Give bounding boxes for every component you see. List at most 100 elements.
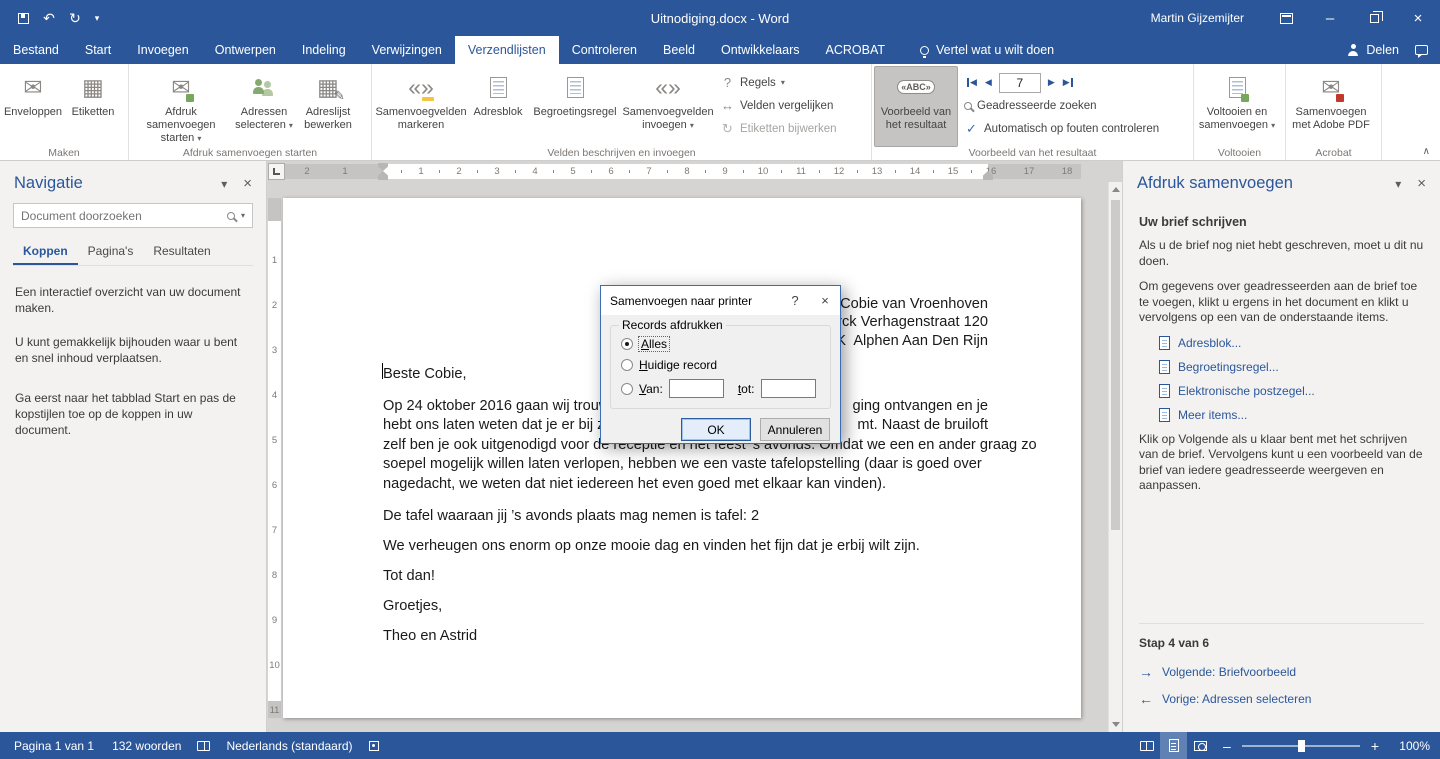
more-items-link[interactable]: Meer items...	[1159, 408, 1424, 422]
search-icon[interactable]	[227, 212, 235, 220]
tab-controleren[interactable]: Controleren	[559, 36, 650, 64]
next-record-button[interactable]: ▶	[1044, 73, 1059, 93]
nav-tab-paginas[interactable]: Pagina's	[78, 238, 144, 265]
previous-step-link[interactable]: ←Vorige: Adressen selecteren	[1139, 691, 1424, 707]
vertical-scrollbar[interactable]	[1108, 182, 1122, 732]
tab-indeling[interactable]: Indeling	[289, 36, 359, 64]
zoom-out-button[interactable]: –	[1214, 738, 1240, 754]
macro-icon[interactable]	[369, 741, 379, 751]
tab-invoegen[interactable]: Invoegen	[124, 36, 201, 64]
start-mail-merge-button[interactable]: ✉ Afdruk samenvoegen starten ▾	[131, 66, 231, 147]
next-step-link[interactable]: →Volgende: Briefvoorbeeld	[1139, 664, 1424, 680]
greeting-line-link[interactable]: Begroetingsregel...	[1159, 360, 1424, 374]
check-for-errors-button[interactable]: ✓ Automatisch op fouten controleren	[958, 117, 1165, 140]
close-button[interactable]: ×	[1396, 0, 1440, 36]
radio-row-huidige-record[interactable]: Huidige record	[621, 358, 717, 372]
radio-van[interactable]	[621, 383, 633, 395]
search-options-caret-icon[interactable]: ▾	[241, 211, 245, 220]
select-recipients-button[interactable]: Adressen selecteren ▾	[231, 66, 297, 147]
word-count[interactable]: 132 woorden	[103, 739, 190, 753]
tab-ontwikkelaars[interactable]: Ontwikkelaars	[708, 36, 813, 64]
tab-selector[interactable]	[268, 163, 285, 180]
last-record-button[interactable]: ▶	[1059, 73, 1078, 93]
search-input[interactable]	[21, 209, 221, 223]
scroll-up-icon[interactable]	[1112, 187, 1120, 192]
record-number-input[interactable]	[999, 73, 1041, 93]
collapse-ribbon-icon[interactable]: ∧	[1423, 146, 1430, 157]
page-indicator[interactable]: Pagina 1 van 1	[0, 739, 103, 753]
read-mode-button[interactable]	[1133, 732, 1160, 759]
radio-alles[interactable]	[621, 338, 633, 350]
match-fields-button[interactable]: ↔ Velden vergelijken	[714, 94, 843, 117]
tab-acrobat[interactable]: ACROBAT	[813, 36, 899, 64]
dialog-help-button[interactable]: ?	[780, 286, 810, 315]
web-layout-button[interactable]	[1187, 732, 1214, 759]
ribbon-display-options-button[interactable]	[1264, 0, 1308, 36]
dialog-title-bar[interactable]: Samenvoegen naar printer ? ×	[601, 286, 840, 315]
radio-alles-label[interactable]: Alles	[639, 337, 669, 351]
merge-to-adobe-pdf-button[interactable]: ✉ Samenvoegen met Adobe PDF	[1288, 66, 1374, 147]
redo-button[interactable]: ↻	[62, 4, 88, 32]
first-record-button[interactable]: ◀	[962, 73, 981, 93]
tot-label[interactable]: tot:	[738, 382, 755, 396]
radio-huidige-record-label[interactable]: Huidige record	[639, 358, 717, 372]
etiketten-button[interactable]: ▦ Etiketten	[64, 66, 122, 147]
print-layout-button[interactable]	[1160, 732, 1187, 759]
feedback-button[interactable]	[1411, 36, 1440, 64]
document-search-box[interactable]: ▾	[13, 203, 253, 228]
nav-tab-koppen[interactable]: Koppen	[13, 238, 78, 265]
save-button[interactable]	[10, 4, 36, 32]
language-indicator[interactable]: Nederlands (standaard)	[217, 739, 361, 753]
tab-ontwerpen[interactable]: Ontwerpen	[202, 36, 289, 64]
previous-record-button[interactable]: ◀	[981, 73, 996, 93]
electronic-postage-link[interactable]: Elektronische postzegel...	[1159, 384, 1424, 398]
customize-quick-access-button[interactable]: ▾	[88, 4, 106, 32]
highlight-merge-fields-button[interactable]: «» Samenvoegvelden markeren	[374, 66, 468, 147]
merge-to-printer-dialog[interactable]: Samenvoegen naar printer ? × Records afd…	[600, 285, 841, 444]
van-label[interactable]: Van:	[639, 382, 663, 396]
enveloppen-button[interactable]: ✉ Enveloppen	[2, 66, 64, 147]
insert-merge-field-button[interactable]: «» Samenvoegvelden invoegen ▾	[622, 66, 714, 147]
tot-input[interactable]	[761, 379, 816, 398]
zoom-in-button[interactable]: +	[1362, 738, 1388, 754]
navigation-pane-close-icon[interactable]: ×	[243, 175, 252, 192]
edit-recipient-list-button[interactable]: ▦✎ Adreslijst bewerken	[297, 66, 359, 147]
rules-button[interactable]: ? Regels ▾	[714, 71, 843, 94]
tab-bestand[interactable]: Bestand	[0, 36, 72, 64]
task-pane-menu-icon[interactable]: ▾	[1395, 177, 1401, 191]
radio-row-van-tot[interactable]: Van: tot:	[621, 379, 816, 398]
finish-merge-button[interactable]: Voltooien en samenvoegen ▾	[1196, 66, 1278, 147]
scroll-down-icon[interactable]	[1112, 722, 1120, 727]
nav-tab-resultaten[interactable]: Resultaten	[143, 238, 220, 265]
task-pane-close-icon[interactable]: ×	[1417, 175, 1426, 192]
preview-results-button[interactable]: «ABC» Voorbeeld van het resultaat	[874, 66, 958, 147]
tell-me-box[interactable]: Vertel wat u wilt doen	[920, 36, 1054, 64]
tab-start[interactable]: Start	[72, 36, 124, 64]
navigation-pane-menu-icon[interactable]: ▾	[221, 177, 227, 191]
restore-button[interactable]	[1352, 0, 1396, 36]
tab-verzendlijsten[interactable]: Verzendlijsten	[455, 36, 559, 64]
share-button[interactable]: Delen	[1335, 36, 1411, 64]
greeting-line-button[interactable]: Begroetingsregel	[528, 66, 622, 147]
dialog-close-button[interactable]: ×	[810, 286, 840, 315]
address-block-button[interactable]: Adresblok	[468, 66, 528, 147]
zoom-slider-thumb[interactable]	[1298, 740, 1305, 752]
van-input[interactable]	[669, 379, 724, 398]
tab-beeld[interactable]: Beeld	[650, 36, 708, 64]
vertical-ruler[interactable]: 1234567891011	[267, 182, 283, 732]
horizontal-ruler[interactable]: 21123456789101112131415161718	[267, 161, 1122, 182]
ok-button[interactable]: OK	[681, 418, 751, 441]
minimize-button[interactable]: –	[1308, 0, 1352, 36]
proofing-icon[interactable]	[197, 741, 210, 751]
document-page[interactable]: Cobie van Vroenhoven birck Verhagenstraa…	[283, 198, 1081, 718]
find-recipient-button[interactable]: Geadresseerde zoeken	[958, 94, 1165, 117]
radio-row-alles[interactable]: Alles	[621, 337, 669, 351]
cancel-button[interactable]: Annuleren	[760, 418, 830, 441]
tab-verwijzingen[interactable]: Verwijzingen	[359, 36, 455, 64]
zoom-level[interactable]: 100%	[1388, 739, 1430, 753]
scrollbar-thumb[interactable]	[1111, 200, 1120, 530]
zoom-slider[interactable]	[1242, 745, 1360, 747]
undo-button[interactable]: ↶	[36, 4, 62, 32]
address-block-link[interactable]: Adresblok...	[1159, 336, 1424, 350]
radio-huidige-record[interactable]	[621, 359, 633, 371]
